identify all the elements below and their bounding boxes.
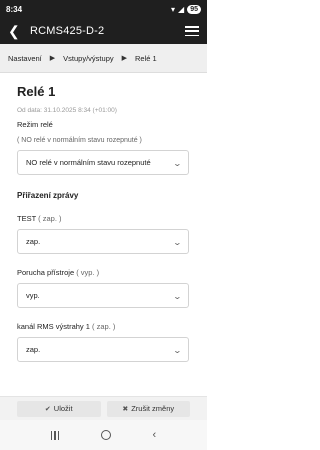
relay-mode-hint: ( NO relé v normálním stavu rozepnuté ) [17, 137, 142, 144]
action-footer: ✔ Uložit ✖ Zrušit změny [0, 396, 207, 420]
status-bar: 8:34 ▾ ◢ 95 [0, 0, 207, 18]
wifi-icon: ▾ [171, 4, 176, 14]
recent-apps-icon[interactable] [50, 430, 60, 440]
home-icon[interactable] [100, 430, 111, 440]
field-label-sub: ( zap. ) [92, 322, 116, 331]
field-label-test: TEST ( zap. ) [17, 214, 190, 223]
device-fault-select[interactable]: vyp. ⌄ [17, 283, 189, 308]
field-label-text: Porucha přístroje [17, 268, 75, 277]
cancel-changes-button[interactable]: ✖ Zrušit změny [106, 400, 190, 417]
signal-icon: ◢ [178, 4, 185, 14]
device-fault-value: vyp. [26, 291, 40, 300]
breadcrumb-item-io[interactable]: Vstupy/výstupy [63, 54, 113, 63]
check-icon: ✔ [44, 405, 51, 413]
save-label: Uložit [53, 404, 73, 413]
battery-badge: 95 [187, 4, 201, 14]
breadcrumb-item-current: Relé 1 [135, 53, 157, 63]
back-icon[interactable]: ‹ [153, 429, 157, 441]
relay-mode-value: NO relé v normálním stavu rozepnuté [26, 158, 151, 167]
chevron-down-icon: ⌄ [172, 238, 183, 247]
field-label-sub: ( zap. ) [38, 214, 62, 223]
field-label-rms-warning: kanál RMS výstrahy 1 ( zap. ) [17, 322, 190, 331]
save-button[interactable]: ✔ Uložit [17, 400, 101, 417]
breadcrumb: Nastavení ▶ Vstupy/výstupy ▶ Relé 1 [0, 44, 207, 73]
app-header: ❮ RCMS425-D-2 [0, 18, 207, 44]
status-time: 8:34 [6, 4, 23, 14]
effective-date: Od data: 31.10.2025 8:34 (+01:00) [17, 107, 117, 114]
chevron-down-icon: ⌄ [172, 292, 183, 301]
relay-mode-label: Režim relé [17, 120, 53, 129]
hamburger-menu-icon[interactable] [185, 26, 199, 36]
back-arrow-icon[interactable]: ❮ [8, 24, 22, 38]
field-label-sub: ( vyp. ) [76, 268, 100, 277]
field-label-device-fault: Porucha přístroje ( vyp. ) [17, 268, 190, 277]
chevron-down-icon: ⌄ [172, 346, 183, 355]
section-title: Přiřazení zprávy [17, 191, 79, 200]
rms-warning-value: zap. [26, 345, 41, 354]
field-label-text: TEST [17, 214, 37, 223]
chevron-down-icon: ⌄ [172, 159, 183, 168]
page-title: Relé 1 [17, 84, 56, 99]
field-label-text: kanál RMS výstrahy 1 [17, 322, 90, 331]
close-icon: ✖ [122, 405, 129, 413]
rms-warning-select[interactable]: zap. ⌄ [17, 337, 189, 362]
test-select[interactable]: zap. ⌄ [17, 229, 189, 254]
breadcrumb-item-settings[interactable]: Nastavení [8, 54, 42, 63]
cancel-label: Zrušit změny [131, 404, 175, 413]
chevron-right-icon: ▶ [49, 55, 56, 62]
relay-mode-select[interactable]: NO relé v normálním stavu rozepnuté ⌄ [17, 150, 189, 175]
chevron-right-icon: ▶ [121, 55, 128, 62]
system-icons: ▾ ◢ 95 [171, 4, 201, 14]
app-title: RCMS425-D-2 [30, 25, 105, 37]
main-content[interactable]: Relé 1 Od data: 31.10.2025 8:34 (+01:00)… [0, 73, 207, 396]
android-nav-bar: ‹ [0, 420, 207, 450]
test-value: zap. [26, 237, 41, 246]
